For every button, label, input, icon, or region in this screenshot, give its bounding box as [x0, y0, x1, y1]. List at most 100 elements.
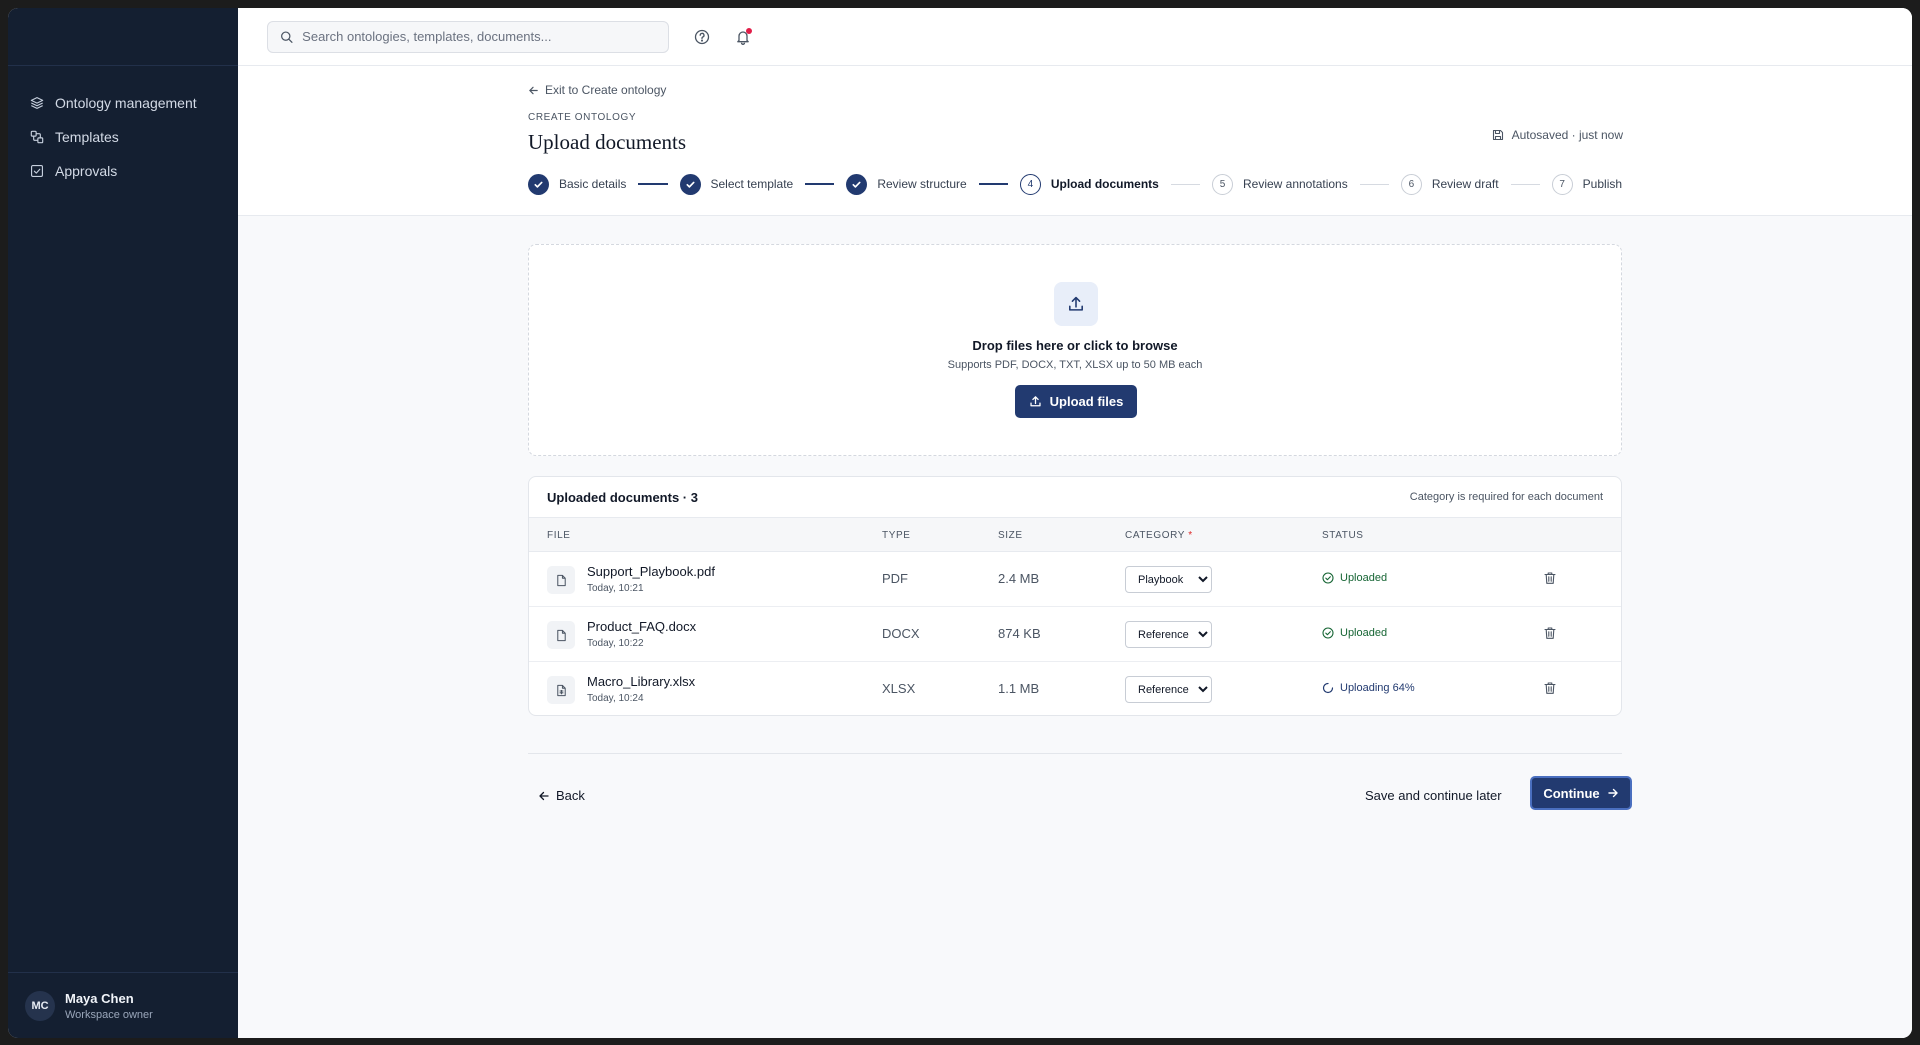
user-role: Workspace owner [65, 1008, 153, 1021]
user-name: Maya Chen [65, 990, 134, 1006]
sidebar-item-templates[interactable]: Templates [8, 120, 238, 154]
save-continue-later-button[interactable]: Save and continue later [1365, 788, 1502, 803]
status-label: Uploaded [1340, 627, 1388, 639]
step-number: 5 [1211, 173, 1233, 195]
file-type: PDF [882, 571, 908, 586]
autosave-status: Autosaved · just now [1492, 128, 1623, 142]
continue-label: Continue [1543, 785, 1600, 801]
sidebar-item-approvals[interactable]: Approvals [8, 154, 238, 188]
file-name: Product_FAQ.docx [587, 619, 697, 634]
table-note: Category is required for each document [1409, 491, 1603, 503]
step-connector [1510, 183, 1540, 185]
check-circle-icon [1322, 627, 1334, 639]
column-header-status: STATUS [1322, 530, 1364, 541]
category-select[interactable]: Reference [1125, 621, 1212, 648]
back-button[interactable]: Back [538, 788, 585, 803]
step-number: 4 [1019, 173, 1041, 195]
table-row: Support_Playbook.pdf Today, 10:21 PDF 2.… [529, 552, 1621, 607]
page-header: Exit to Create ontology CREATE ONTOLOGY … [238, 66, 1912, 216]
file-size: 874 KB [998, 626, 1041, 641]
dropzone-subtitle: Supports PDF, DOCX, TXT, XLSX up to 50 M… [947, 359, 1203, 371]
delete-button[interactable] [1543, 681, 1559, 697]
step-publish[interactable]: 7 Publish [1551, 173, 1623, 195]
step-review-structure[interactable]: Review structure [846, 173, 967, 195]
step-review-draft[interactable]: 6 Review draft [1400, 173, 1499, 195]
step-basic-details[interactable]: Basic details [528, 173, 626, 195]
file-name: Support_Playbook.pdf [587, 564, 715, 579]
delete-button[interactable] [1543, 571, 1559, 587]
dropzone-title: Drop files here or click to browse [972, 338, 1178, 353]
file-icon [556, 629, 566, 641]
step-select-template[interactable]: Select template [679, 173, 794, 195]
sidebar-nav: Ontology management Templates Approvals [8, 66, 238, 188]
autosave-label: Autosaved · just now [1511, 128, 1623, 142]
templates-icon [30, 130, 44, 144]
trash-icon [1544, 572, 1556, 584]
continue-button[interactable]: Continue [1530, 776, 1632, 810]
step-label: Select template [710, 177, 794, 191]
arrow-left-icon [539, 791, 549, 800]
step-review-annotations[interactable]: 5 Review annotations [1211, 173, 1348, 195]
step-upload-documents[interactable]: 4 Upload documents [1019, 173, 1159, 195]
arrow-left-icon [529, 86, 538, 94]
topbar [238, 8, 1912, 66]
check-icon [534, 181, 543, 188]
file-size: 2.4 MB [998, 571, 1040, 586]
column-header-category: CATEGORY * [1125, 530, 1193, 541]
footer-divider [528, 753, 1622, 754]
status-badge: Uploading 64% [1322, 682, 1415, 694]
status-badge: Uploaded [1322, 572, 1387, 584]
step-connector [978, 183, 1008, 185]
table-header-bar: Uploaded documents · 3 Category is requi… [529, 477, 1621, 518]
file-dropzone[interactable]: Drop files here or click to browse Suppo… [528, 244, 1622, 456]
exit-link[interactable]: Exit to Create ontology [528, 83, 1622, 97]
column-header-type: TYPE [882, 530, 911, 541]
table-row: Product_FAQ.docx Today, 10:22 DOCX 874 K… [529, 607, 1621, 662]
step-circle [679, 173, 701, 195]
required-mark: * [1188, 530, 1193, 541]
user-info: Maya Chen Workspace owner [65, 991, 153, 1021]
step-label: Review draft [1431, 177, 1499, 191]
file-icon [556, 574, 566, 586]
upload-files-button[interactable]: Upload files [1015, 385, 1137, 418]
step-number: 6 [1400, 173, 1422, 195]
column-header-category-label: CATEGORY [1125, 530, 1185, 541]
user-profile[interactable]: MC Maya Chen Workspace owner [8, 972, 238, 1038]
category-select[interactable]: Reference [1125, 676, 1212, 703]
trash-icon [1544, 682, 1556, 694]
spreadsheet-file-icon [556, 684, 566, 696]
layers-icon [30, 97, 44, 109]
file-icon-tile [547, 566, 575, 594]
help-icon [694, 29, 710, 44]
table-row: Macro_Library.xlsx Today, 10:24 XLSX 1.1… [529, 662, 1621, 715]
check-icon [852, 181, 861, 188]
step-label: Review annotations [1242, 177, 1348, 191]
notifications-button[interactable] [735, 27, 752, 45]
exit-link-label: Exit to Create ontology [545, 83, 667, 97]
notification-dot [746, 27, 752, 34]
upload-icon [1069, 296, 1083, 311]
upload-files-label: Upload files [1049, 394, 1124, 409]
step-number: 7 [1551, 173, 1573, 195]
spinner-icon [1322, 682, 1334, 694]
file-icon-tile [547, 621, 575, 649]
step-label: Upload documents [1050, 177, 1159, 191]
search-icon [281, 30, 293, 43]
stepper: Basic details Select template Review str… [528, 173, 1622, 195]
delete-button[interactable] [1543, 626, 1559, 642]
table-title: Uploaded documents · 3 [547, 489, 698, 505]
sidebar-item-ontology-management[interactable]: Ontology management [8, 86, 238, 120]
search-box[interactable] [267, 20, 669, 53]
sidebar: Ontology management Templates Approvals … [8, 8, 238, 1038]
search-input[interactable] [302, 29, 656, 44]
save-icon [1492, 129, 1503, 141]
step-connector [1359, 183, 1389, 185]
help-button[interactable] [694, 29, 710, 45]
step-circle [528, 173, 549, 195]
check-circle-icon [1322, 572, 1334, 584]
file-icon-tile [547, 676, 575, 704]
file-date: Today, 10:22 [587, 638, 644, 649]
step-label: Publish [1582, 177, 1623, 191]
table-column-headers: FILE TYPE SIZE CATEGORY * STATUS [529, 518, 1621, 552]
category-select[interactable]: Playbook [1125, 566, 1212, 593]
